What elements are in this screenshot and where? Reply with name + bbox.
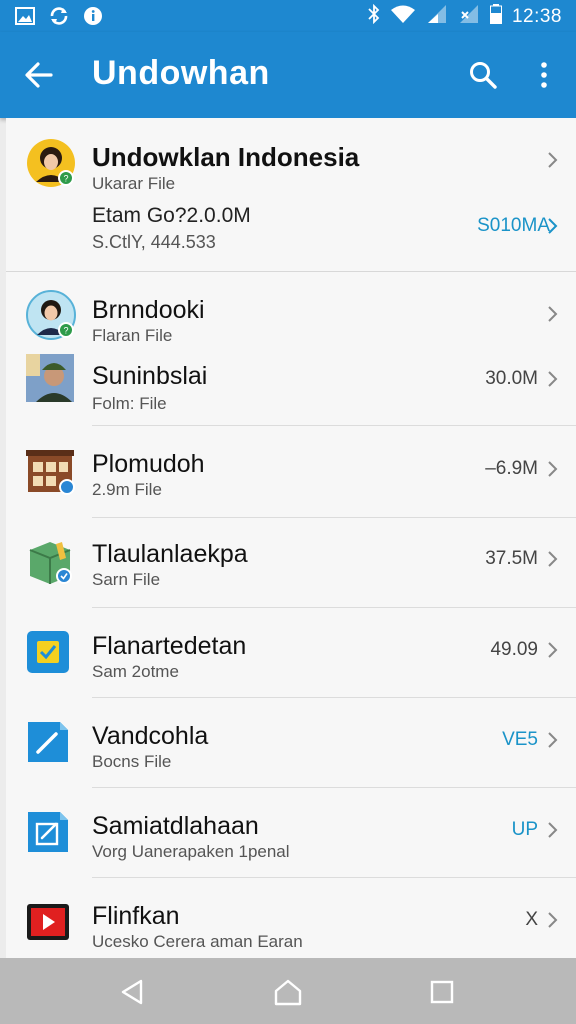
wifi-icon — [390, 4, 416, 29]
featured-name: Undowklan Indonesia — [92, 142, 360, 172]
person-avatar: ? — [26, 290, 76, 340]
svg-text:?: ? — [63, 326, 68, 336]
featured-value: S010MA — [477, 215, 550, 236]
back-triangle-icon[interactable] — [116, 976, 148, 1008]
clock: 12:38 — [511, 5, 562, 27]
status-bar: 12:38 — [0, 0, 576, 32]
list-item[interactable]: ? Brnndooki Flaran File — [6, 288, 576, 352]
item-subtitle: Vorg Uanerapaken 1penal — [92, 842, 290, 861]
chevron-right-icon — [542, 820, 562, 840]
chevron-right-icon — [542, 549, 562, 569]
navigation-bar — [0, 958, 576, 1024]
item-name: Flanartedetan — [92, 632, 247, 660]
item-value: VE5 — [502, 729, 538, 750]
sync-icon — [48, 5, 70, 27]
home-icon[interactable] — [272, 976, 304, 1008]
signal-icon — [426, 4, 448, 29]
chevron-right-icon — [542, 216, 562, 236]
item-subtitle: Sarn File — [92, 570, 161, 589]
back-arrow-icon[interactable] — [18, 54, 60, 96]
search-icon[interactable] — [462, 54, 504, 96]
chevron-right-icon — [542, 459, 562, 479]
item-name: Suninbslai — [92, 362, 208, 390]
chevron-right-icon — [542, 640, 562, 660]
featured-subtitle: Ukarar File — [92, 174, 176, 193]
item-value: 30.0M — [485, 368, 538, 389]
item-subtitle: Ucesko Cerera aman Earan — [92, 932, 303, 951]
item-value: –6.9M — [485, 458, 538, 479]
page-title: Undowhan — [92, 54, 270, 92]
item-subtitle: Sam 2otme — [92, 662, 179, 681]
item-name: Vandcohla — [92, 722, 209, 750]
item-name: Samiatdlahaan — [92, 812, 259, 840]
checkbox-app-icon — [26, 630, 74, 678]
download-list: ? Undowklan Indonesia Ukarar File Etam G… — [6, 118, 576, 958]
list-item[interactable]: Flanartedetan Sam 2otme 49.09 — [6, 608, 576, 698]
list-item[interactable]: Plomudoh 2.9m File –6.9M — [6, 428, 576, 518]
list-item[interactable]: Flinfkan Ucesko Cerera aman Earan X — [6, 878, 576, 958]
item-subtitle: Folm: File — [92, 394, 167, 413]
chevron-right-icon — [542, 150, 562, 170]
featured-item[interactable]: ? Undowklan Indonesia Ukarar File Etam G… — [6, 118, 576, 272]
featured-line2: S.CtlY, 444.533 — [92, 232, 216, 252]
chevron-right-icon — [542, 730, 562, 750]
person-avatar: ? — [26, 138, 75, 187]
divider — [92, 425, 576, 426]
app-bar: Undowhan — [0, 32, 576, 118]
edit-app-icon — [26, 810, 74, 858]
item-name: Tlaulanlaekpa — [92, 540, 248, 568]
item-subtitle: Flaran File — [92, 326, 173, 345]
recents-icon[interactable] — [426, 976, 458, 1008]
svg-text:?: ? — [63, 174, 68, 184]
item-subtitle: 2.9m File — [92, 480, 162, 499]
chevron-right-icon — [542, 369, 562, 389]
gallery-icon — [14, 5, 36, 27]
item-name: Plomudoh — [92, 450, 205, 478]
no-signal-icon — [458, 4, 480, 29]
list-item[interactable]: Suninbslai Folm: File 30.0M — [6, 352, 576, 426]
video-app-icon — [26, 900, 74, 948]
list-item[interactable]: Samiatdlahaan Vorg Uanerapaken 1penal UP — [6, 788, 576, 878]
battery-icon — [489, 4, 502, 29]
chevron-right-icon — [542, 304, 562, 324]
list-item[interactable]: Vandcohla Bocns File VE5 — [6, 698, 576, 788]
item-name: Brnndooki — [92, 296, 205, 324]
overflow-menu-icon[interactable] — [526, 54, 562, 96]
item-value: UP — [511, 819, 538, 840]
pencil-app-icon — [26, 720, 74, 768]
chevron-right-icon — [542, 910, 562, 930]
person-photo — [26, 354, 74, 402]
box-icon — [26, 538, 74, 586]
info-icon — [82, 5, 104, 27]
building-icon — [26, 448, 75, 496]
item-value: 37.5M — [485, 548, 538, 569]
item-name: Flinfkan — [92, 902, 180, 930]
item-subtitle: Bocns File — [92, 752, 172, 771]
item-value: X — [525, 909, 538, 930]
item-value: 49.09 — [490, 639, 538, 660]
list-item[interactable]: Tlaulanlaekpa Sarn File 37.5M — [6, 518, 576, 608]
featured-line1: Etam Go?2.0.0M — [92, 204, 251, 227]
bluetooth-icon — [368, 3, 380, 29]
